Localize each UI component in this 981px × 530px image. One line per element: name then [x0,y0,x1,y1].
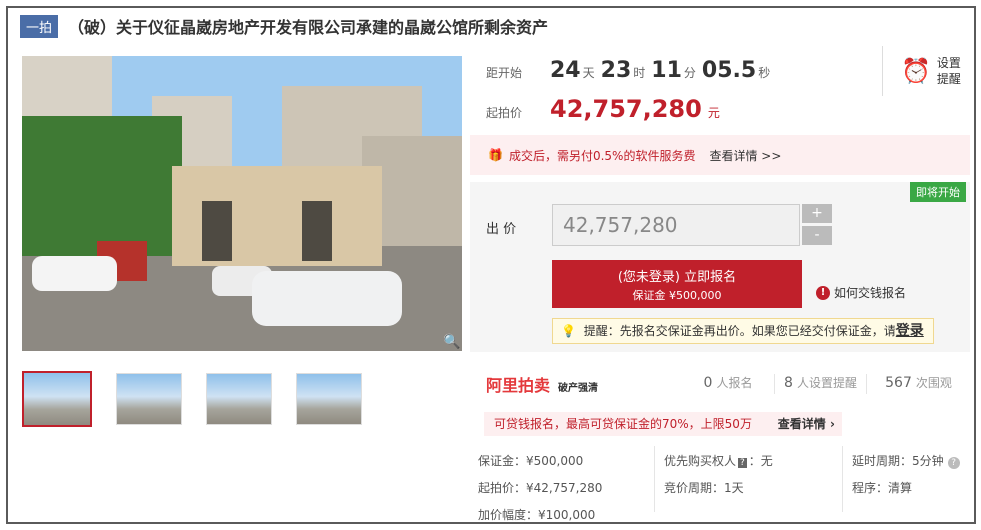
bid-box: 即将开始 出 价 42,757,280 + - (您未登录) 立即报名 保证金 … [470,182,970,352]
stat-signups: 0 人报名 [682,374,774,394]
thumbnail-2[interactable] [116,373,182,425]
priority-info: 优先购买权人? ：无 [664,452,773,469]
delay-period-info: 延时周期：5分钟? [852,452,960,469]
set-reminder-button[interactable]: ⏰ 设置 提醒 [882,46,970,96]
countdown-days: 24 [550,58,581,83]
start-price-info: 起拍价：¥42,757,280 [478,481,603,495]
countdown: 距开始 24 天 23 时 11 分 05.5 秒 [486,58,776,83]
login-link[interactable]: 登录 [896,323,924,339]
loan-detail-link[interactable]: 查看详情 › [778,417,835,431]
platform-logo-text: 阿里拍卖 [486,376,551,395]
signup-label: (您未登录) 立即报名 [617,270,737,285]
stat-value: 8 [784,375,793,391]
stat-label: 次围观 [915,376,952,390]
countdown-minutes: 11 [651,58,682,83]
seconds-unit: 秒 [758,66,771,80]
status-badge: 即将开始 [910,182,966,202]
divider [654,446,655,512]
certificate-icon: ? [738,458,747,468]
delay-period-text: 延时周期：5分钟 [852,454,944,468]
start-price-row: 起拍价 42,757,280 元 [486,95,720,123]
stat-label: 人报名 [716,376,753,390]
days-unit: 天 [582,66,595,80]
signup-deposit: 保证金 ¥500,000 [632,289,722,302]
main-photo[interactable] [22,56,462,351]
login-tip: 💡 提醒：先报名交保证金再出价。如果您已经交付保证金，请登录 [552,318,934,344]
divider [842,446,843,512]
title-row: 一拍 （破）关于仪征晶崴房地产开发有限公司承建的晶崴公馆所剩余资产 [20,14,548,38]
stat-views: 567 次围观 [866,374,970,394]
alarm-clock-icon: ⏰ [901,57,931,85]
info-icon: ! [816,285,830,300]
bid-label: 出 价 [486,222,517,237]
thumbnail-3[interactable] [206,373,272,425]
decrease-button[interactable]: - [802,226,832,245]
stat-reminders: 8 人设置提醒 [774,374,866,394]
how-to-pay-link[interactable]: ! 如何交钱报名 [816,284,906,301]
tip-text: 提醒：先报名交保证金再出价。如果您已经交付保证金，请 [583,324,896,338]
fee-notice: 🎁 成交后，需另付0.5%的软件服务费 查看详情 >> [470,135,970,175]
remind-line2: 提醒 [936,72,961,86]
increment-info: 加价幅度：¥100,000 [478,508,596,522]
zoom-icon[interactable]: 🔍 [443,334,461,352]
priority-label: 优先购买权人 [664,454,737,468]
help-icon[interactable]: ? [947,457,960,469]
deposit-info: 保证金：¥500,000 [478,454,584,468]
platform-logo: 阿里拍卖 破产强清 [470,372,682,396]
priority-value: ：无 [748,454,773,468]
thumbnail-strip [22,371,362,427]
lightbulb-icon: 💡 [561,324,576,338]
stat-value: 0 [703,375,713,391]
procedure-info: 程序：清算 [852,481,913,495]
countdown-label: 距开始 [486,66,523,80]
remind-line1: 设置 [936,56,961,70]
thumbnail-4[interactable] [296,373,362,425]
thumbnail-1[interactable] [22,371,92,427]
bid-input[interactable]: 42,757,280 [552,204,800,246]
increase-button[interactable]: + [802,204,832,223]
how-to-pay-text: 如何交钱报名 [834,286,907,300]
bid-period-info: 竞价周期：1天 [664,481,744,495]
start-price-unit: 元 [707,106,720,120]
gift-icon: 🎁 [488,148,503,162]
stat-label: 人设置提醒 [796,376,857,390]
hours-unit: 时 [633,66,646,80]
start-price-value: 42,757,280 [550,95,702,123]
fee-notice-text: 成交后，需另付0.5%的软件服务费 [508,148,696,163]
fee-detail-link[interactable]: 查看详情 >> [709,147,781,164]
stats-row: 阿里拍卖 破产强清 0 人报名 8 人设置提醒 567 次围观 [470,370,970,398]
platform-sub: 破产强清 [558,383,599,394]
countdown-seconds: 05.5 [701,58,757,83]
countdown-hours: 23 [600,58,632,83]
signup-button[interactable]: (您未登录) 立即报名 保证金 ¥500,000 [552,260,802,308]
start-price-label: 起拍价 [486,106,523,120]
auction-round-tag: 一拍 [20,14,59,38]
stat-value: 567 [885,375,912,391]
page-title: （破）关于仪征晶崴房地产开发有限公司承建的晶崴公馆所剩余资产 [68,18,549,37]
loan-notice: 可贷钱报名，最高可贷保证金的70%，上限50万 查看详情 › [484,412,842,436]
loan-text: 可贷钱报名，最高可贷保证金的70%，上限50万 [494,417,752,431]
minutes-unit: 分 [683,66,696,80]
